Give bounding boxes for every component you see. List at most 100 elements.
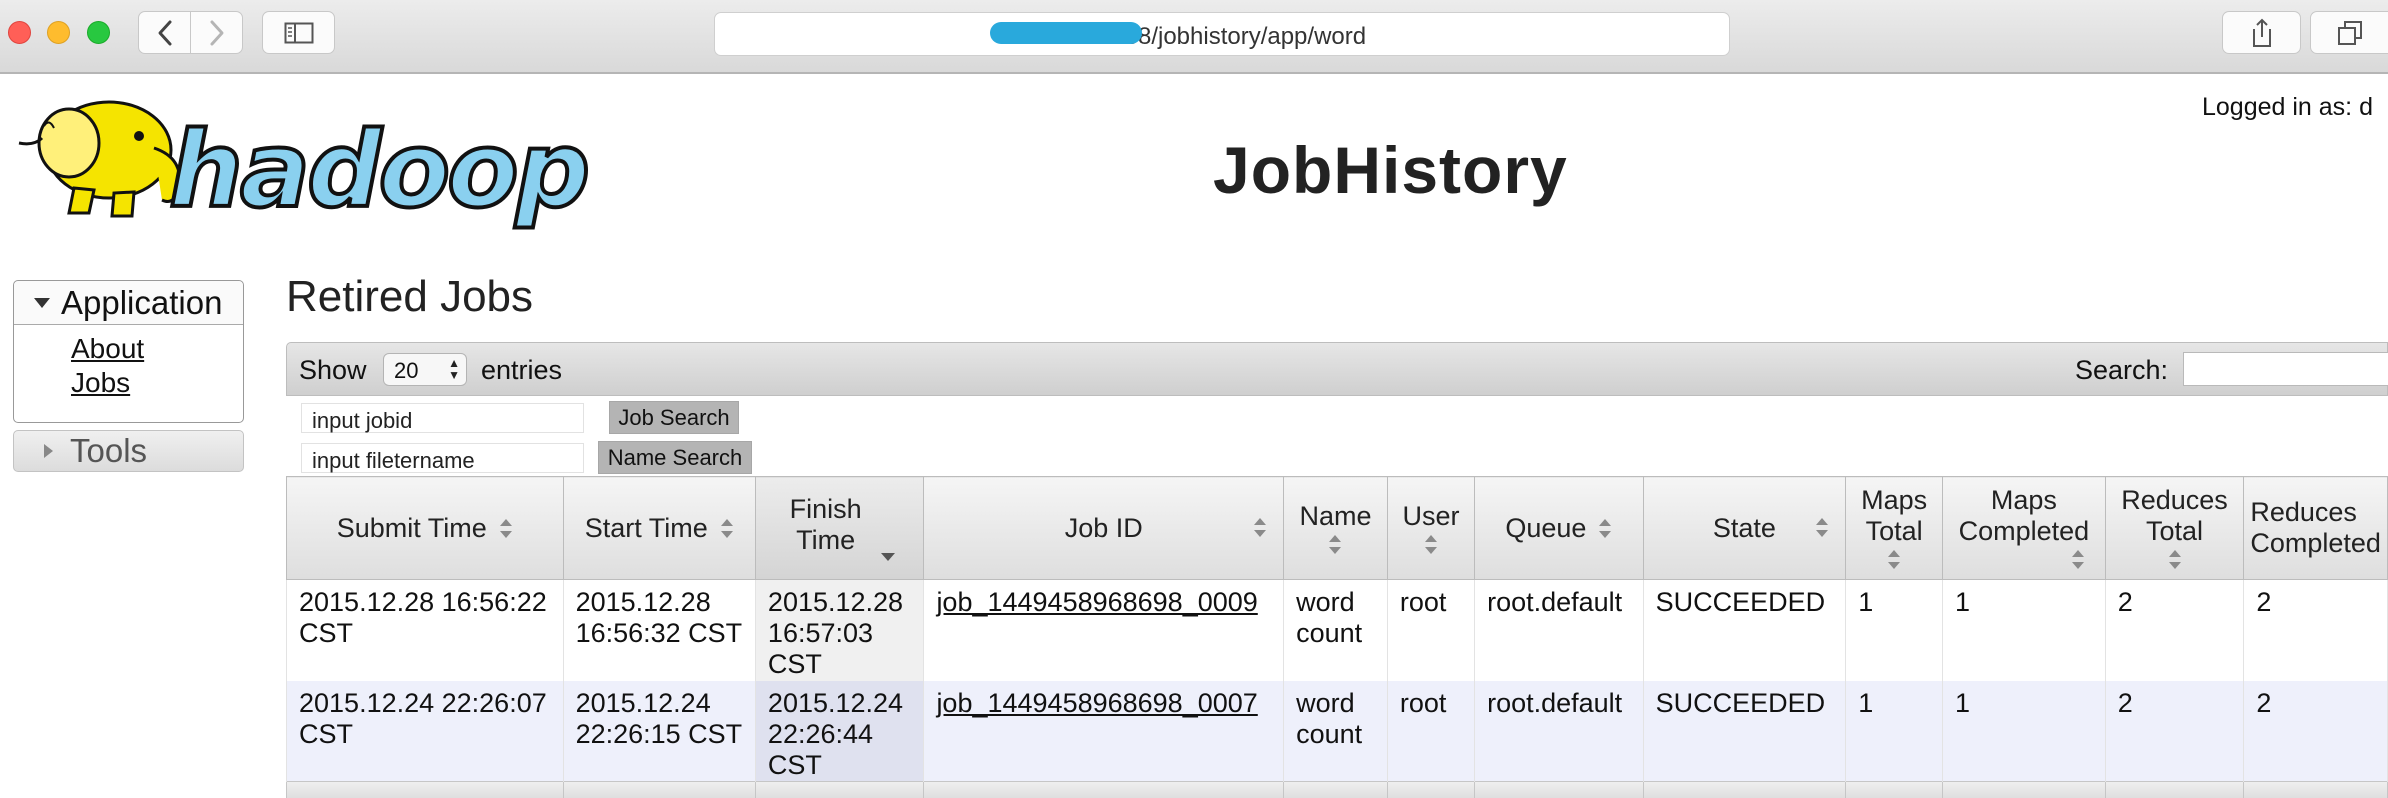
sort-desc-icon bbox=[880, 552, 895, 562]
nav-link-about[interactable]: About bbox=[71, 332, 243, 366]
footer-cell bbox=[1474, 780, 1644, 798]
nav-link-jobs[interactable]: Jobs bbox=[71, 366, 243, 400]
footer-cell bbox=[2104, 780, 2245, 798]
share-button[interactable] bbox=[2222, 11, 2301, 54]
submit-time-cell: 2015.12.24 22:26:07 CST bbox=[286, 680, 564, 781]
maps-total-cell: 1 bbox=[1845, 579, 1944, 681]
jobid-filter-row: input jobid Job Search bbox=[286, 396, 2388, 436]
column-header[interactable]: Maps Completed bbox=[1942, 476, 2106, 580]
footer-cell bbox=[1942, 780, 2106, 798]
back-button[interactable] bbox=[138, 11, 191, 54]
reduces-completed-cell: 2 bbox=[2243, 680, 2388, 781]
jobs-table: Submit Time Start Time Finish Time Job I… bbox=[286, 476, 2388, 798]
filename-input[interactable]: input filetername bbox=[301, 443, 584, 473]
show-tabs-button[interactable] bbox=[2310, 11, 2388, 54]
name-cell: word count bbox=[1283, 680, 1388, 781]
column-header-label: Submit Time bbox=[336, 512, 487, 543]
name-search-button[interactable]: Name Search bbox=[598, 441, 752, 474]
search-input[interactable] bbox=[2183, 352, 2388, 386]
close-window-button[interactable] bbox=[8, 21, 31, 44]
column-header[interactable]: Reduces Completed bbox=[2243, 476, 2388, 580]
page-size-select[interactable]: 20 ▲ ▼ bbox=[383, 353, 467, 386]
section-title: Retired Jobs bbox=[286, 272, 534, 321]
queue-cell: root.default bbox=[1474, 680, 1644, 781]
column-header[interactable]: Name bbox=[1283, 476, 1388, 580]
footer-cell bbox=[1386, 780, 1476, 798]
start-time-cell: 2015.12.24 22:26:15 CST bbox=[562, 680, 756, 781]
column-header[interactable]: Queue bbox=[1474, 476, 1644, 580]
column-header-label: Maps Total bbox=[1861, 485, 1928, 546]
sort-icon bbox=[1253, 517, 1267, 539]
page-title: JobHistory bbox=[1213, 133, 1568, 207]
finish-time-cell: 2015.12.28 16:57:03 CST bbox=[754, 579, 925, 681]
svg-text:hadoop: hadoop bbox=[169, 109, 587, 231]
minimize-window-button[interactable] bbox=[47, 21, 70, 44]
column-header-label: Name bbox=[1299, 500, 1372, 531]
sort-icon bbox=[1328, 534, 1342, 556]
reduces-total-cell: 2 bbox=[2104, 680, 2245, 781]
browser-toolbar: .19888/jobhistory/app/word bbox=[0, 0, 2388, 74]
job-search-button[interactable]: Job Search bbox=[609, 401, 739, 434]
show-label: Show bbox=[299, 355, 367, 385]
column-header-label: Job ID bbox=[1064, 512, 1143, 543]
job-id-cell: job_1449458968698_0009 bbox=[923, 579, 1285, 681]
maps-completed-cell: 1 bbox=[1942, 680, 2106, 781]
name-cell: word count bbox=[1283, 579, 1388, 681]
logged-in-text: Logged in as: d bbox=[2202, 93, 2373, 121]
queue-cell: root.default bbox=[1474, 579, 1644, 681]
finish-time-cell: 2015.12.24 22:26:44 CST bbox=[754, 680, 925, 781]
forward-icon bbox=[210, 20, 223, 45]
forward-button[interactable] bbox=[190, 11, 243, 54]
column-header-label: Reduces Completed bbox=[2250, 497, 2381, 558]
search-label: Search: bbox=[2075, 355, 2169, 385]
column-header[interactable]: Start Time bbox=[562, 476, 756, 580]
table-row: 2015.12.28 16:56:22 CST 2015.12.28 16:56… bbox=[286, 579, 2388, 681]
sort-icon bbox=[1815, 517, 1829, 539]
page-size-value: 20 bbox=[394, 358, 419, 383]
column-header[interactable]: State bbox=[1642, 476, 1847, 580]
address-bar[interactable]: .19888/jobhistory/app/word bbox=[714, 12, 1730, 56]
jobid-input[interactable]: input jobid bbox=[301, 403, 584, 433]
footer-cell bbox=[2243, 780, 2388, 798]
chevron-down-icon bbox=[34, 297, 50, 308]
hadoop-logo[interactable]: hadoop bbox=[14, 88, 614, 233]
column-header-label: User bbox=[1402, 500, 1460, 531]
reduces-total-cell: 2 bbox=[2104, 579, 2245, 681]
url-redaction bbox=[990, 22, 1142, 44]
state-cell: SUCCEEDED bbox=[1642, 579, 1847, 681]
maps-total-cell: 1 bbox=[1845, 680, 1944, 781]
sidebar-icon bbox=[284, 22, 313, 43]
tabs-icon bbox=[2337, 20, 2362, 45]
table-toolbar: Show 20 ▲ ▼ entries Search: bbox=[286, 342, 2388, 396]
column-header-label: Queue bbox=[1505, 512, 1587, 543]
job-id-link[interactable]: job_1449458968698_0007 bbox=[936, 688, 1257, 718]
entries-label: entries bbox=[481, 355, 563, 385]
footer-cell bbox=[562, 780, 756, 798]
column-header[interactable]: Finish Time bbox=[754, 476, 925, 580]
column-header[interactable]: Job ID bbox=[923, 476, 1285, 580]
table-header-row: Submit Time Start Time Finish Time Job I… bbox=[286, 476, 2388, 580]
footer-cell bbox=[286, 780, 564, 798]
application-nav-header[interactable]: Application bbox=[14, 281, 243, 325]
state-cell: SUCCEEDED bbox=[1642, 680, 1847, 781]
column-header-label: Maps Completed bbox=[1958, 485, 2090, 546]
footer-cell bbox=[1283, 780, 1388, 798]
job-id-cell: job_1449458968698_0007 bbox=[923, 680, 1285, 781]
column-header-label: Reduces Total bbox=[2121, 485, 2228, 546]
column-header[interactable]: Submit Time bbox=[286, 476, 564, 580]
tools-nav[interactable]: Tools bbox=[13, 430, 244, 472]
column-header[interactable]: Reduces Total bbox=[2104, 476, 2245, 580]
reduces-completed-cell: 2 bbox=[2243, 579, 2388, 681]
page: .19888/jobhistory/app/word hadoop JobHis… bbox=[0, 0, 2388, 798]
column-header[interactable]: Maps Total bbox=[1845, 476, 1944, 580]
column-header-label: State bbox=[1712, 512, 1776, 543]
column-header[interactable]: User bbox=[1386, 476, 1476, 580]
tools-nav-label: Tools bbox=[70, 432, 148, 469]
application-nav: Application About Jobs bbox=[13, 280, 244, 423]
sort-icon bbox=[499, 518, 513, 540]
sidebar-toggle-button[interactable] bbox=[262, 11, 335, 54]
table-row: 2015.12.24 22:26:07 CST 2015.12.24 22:26… bbox=[286, 680, 2388, 781]
zoom-window-button[interactable] bbox=[87, 21, 110, 44]
job-id-link[interactable]: job_1449458968698_0009 bbox=[936, 587, 1257, 617]
filename-filter-row: input filetername Name Search bbox=[286, 436, 2388, 476]
